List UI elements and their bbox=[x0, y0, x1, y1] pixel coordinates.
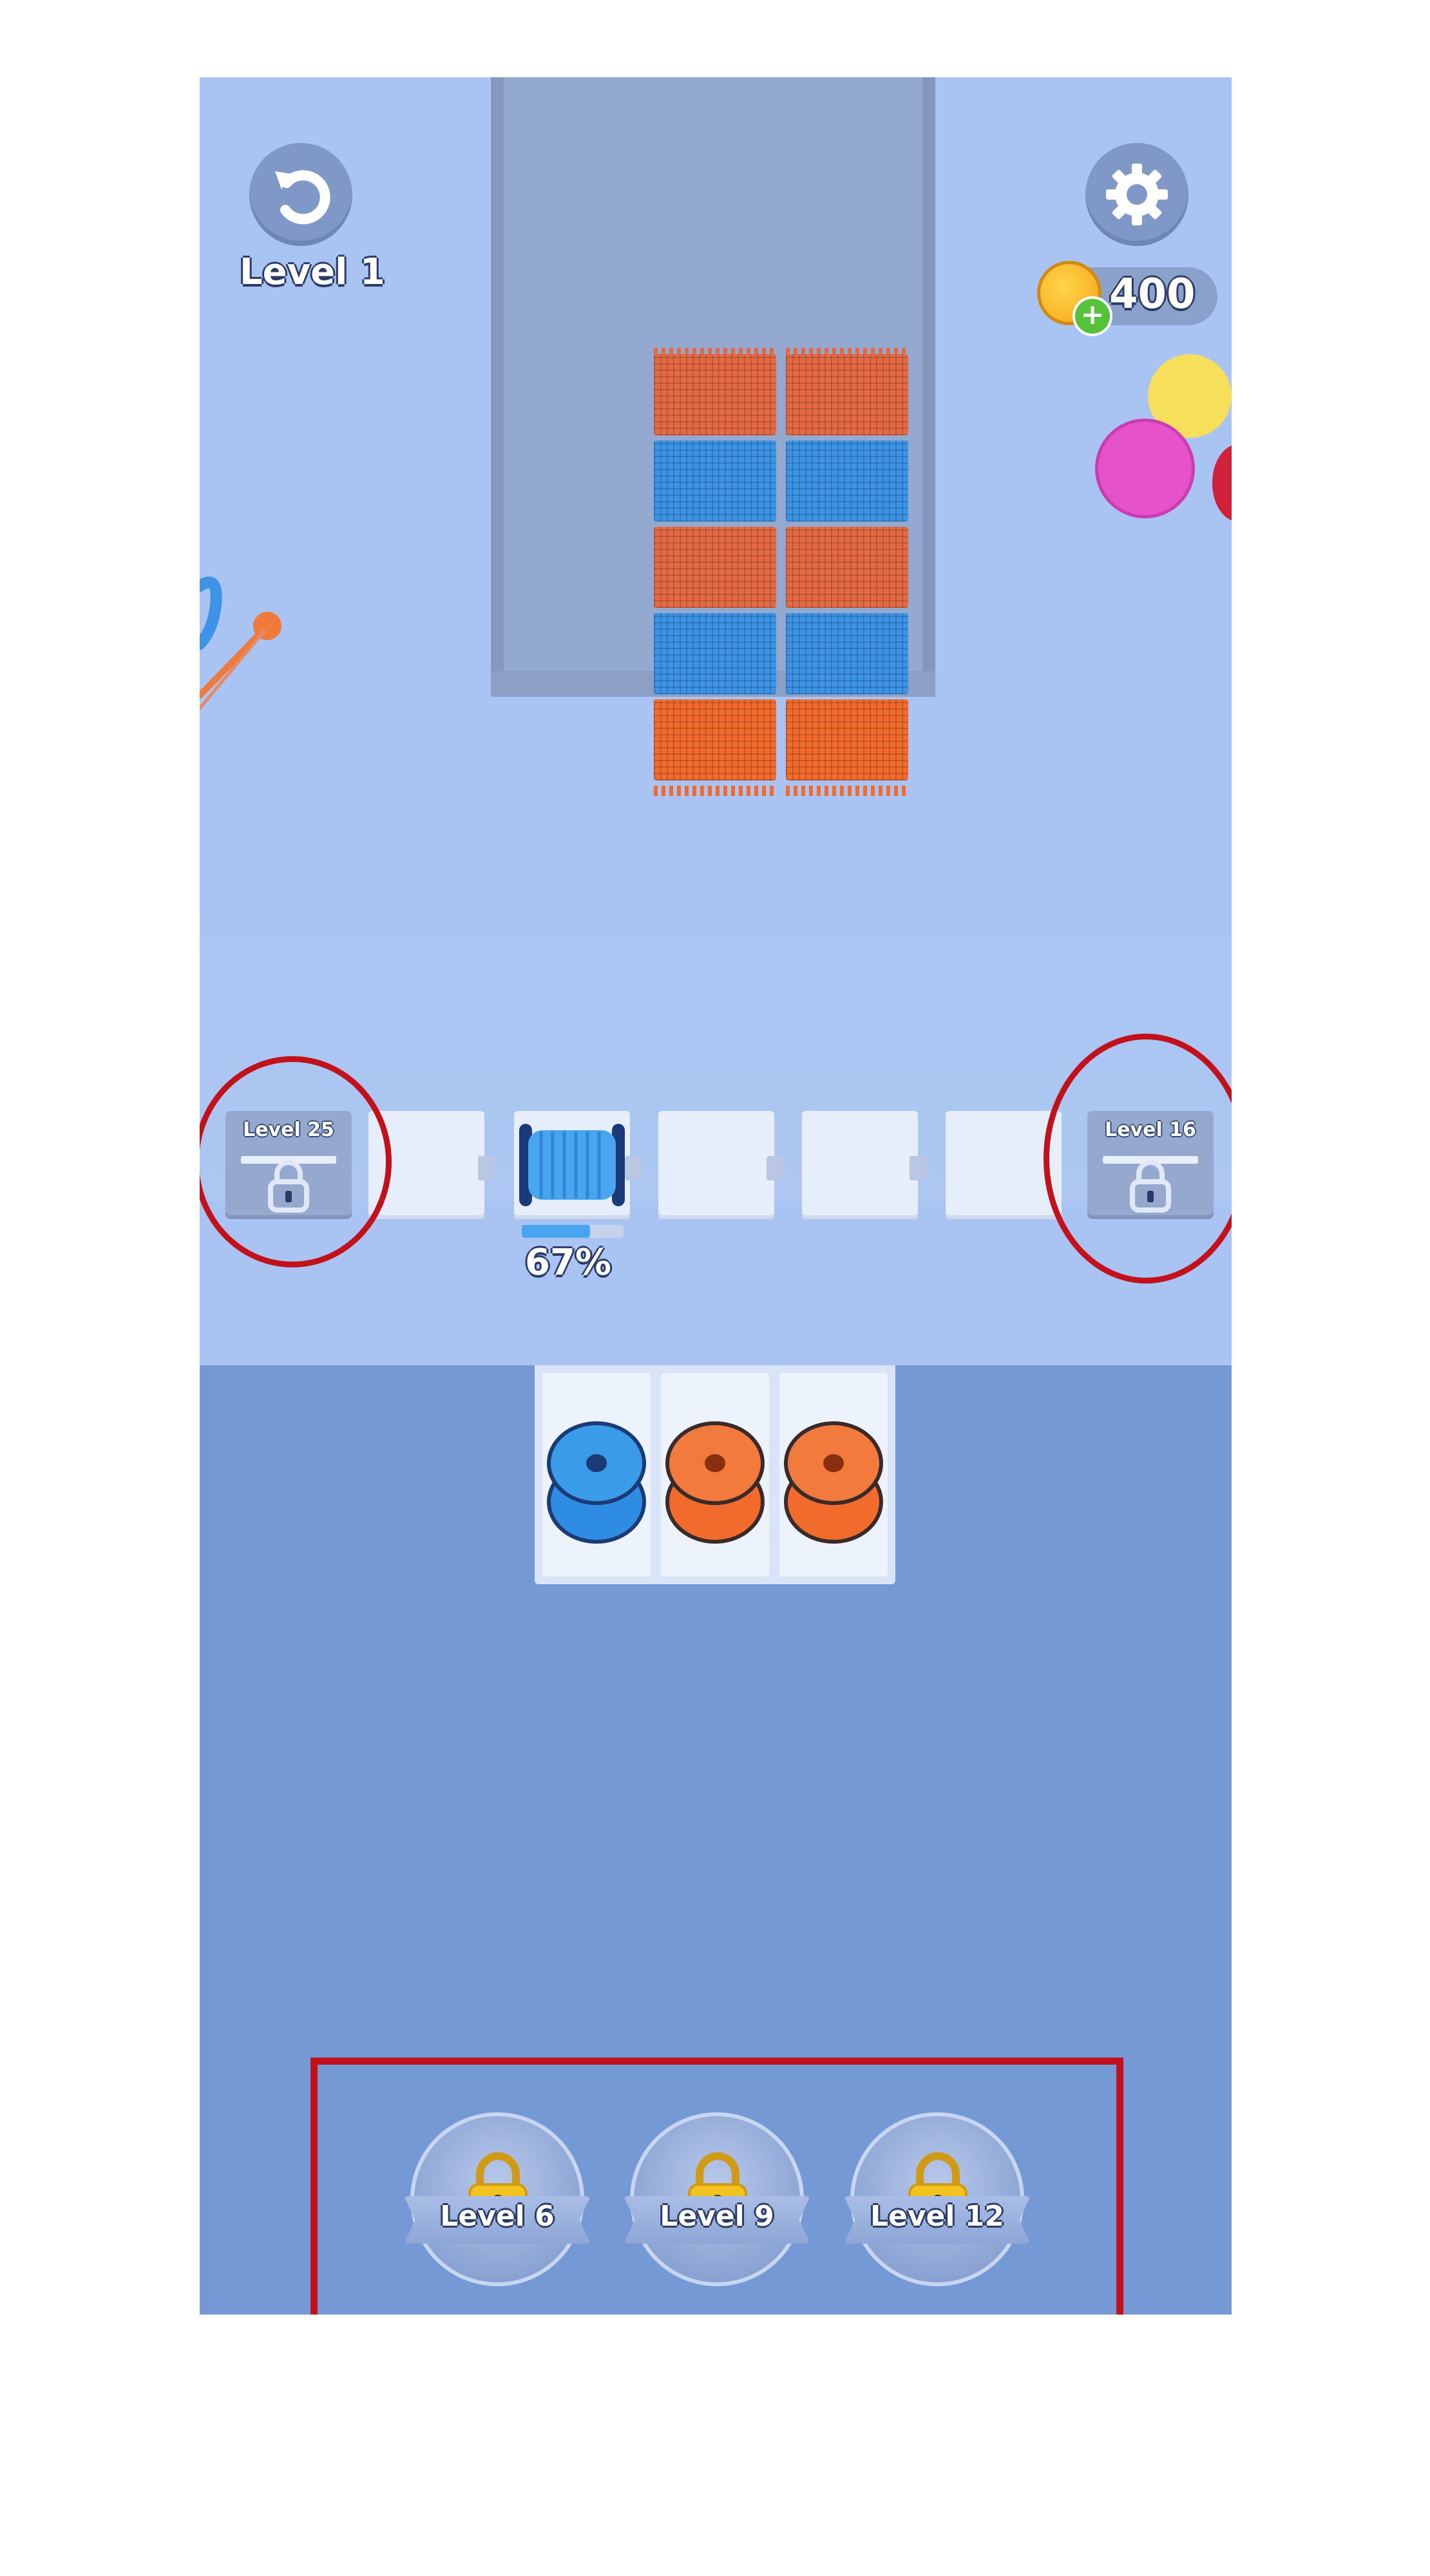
coin-amount: 400 bbox=[1109, 270, 1196, 318]
spool-progress-bar bbox=[522, 1225, 624, 1238]
settings-button[interactable] bbox=[1085, 143, 1188, 246]
conveyor-slot[interactable] bbox=[658, 1111, 774, 1219]
fabric-stripe-blue bbox=[786, 613, 908, 694]
bin-wall-right bbox=[922, 77, 935, 696]
conveyor-slot-active[interactable] bbox=[514, 1111, 630, 1219]
fabric-stripe-orange bbox=[786, 527, 908, 608]
fabric-stripe-blue bbox=[654, 440, 776, 522]
undo-button[interactable] bbox=[249, 143, 352, 246]
level-label: Level 1 bbox=[240, 251, 385, 293]
fabric-stripe-orange bbox=[786, 354, 908, 435]
tray-column[interactable] bbox=[542, 1373, 651, 1577]
blue-spool-stack-icon bbox=[547, 1421, 646, 1544]
gear-icon bbox=[1106, 164, 1168, 225]
conveyor-slot[interactable] bbox=[802, 1111, 918, 1219]
fabric-stripe-orange bbox=[654, 354, 776, 435]
blue-spool-icon bbox=[519, 1124, 625, 1206]
fabric-stripe-orange bbox=[786, 699, 908, 781]
fabric-stripe-blue bbox=[786, 440, 908, 522]
red-button-icon bbox=[1212, 444, 1232, 522]
fabric-stripe-orange bbox=[654, 699, 776, 781]
tray-column[interactable] bbox=[779, 1373, 888, 1577]
undo-arrow-icon bbox=[275, 170, 330, 225]
plus-icon[interactable]: + bbox=[1072, 296, 1112, 336]
highlight-circle-left bbox=[200, 1056, 392, 1267]
spool-progress-text: 67% bbox=[525, 1242, 612, 1283]
fabric-stripe-orange bbox=[654, 527, 776, 608]
booster-label: Level 12 bbox=[870, 2200, 1005, 2233]
tray-column[interactable] bbox=[661, 1373, 769, 1577]
spool-progress-fill bbox=[522, 1225, 590, 1238]
pink-button-icon bbox=[1095, 419, 1195, 518]
orange-spool-stack-icon bbox=[665, 1421, 765, 1544]
fabric-column bbox=[786, 348, 908, 796]
highlight-circle-right bbox=[1044, 1034, 1232, 1283]
game-screen: Level 1 + 400 Level 25 67% Level 16 Leve… bbox=[200, 77, 1232, 2315]
safety-pin-icon bbox=[200, 576, 281, 710]
booster-label: Level 9 bbox=[660, 2200, 774, 2233]
orange-spool-stack-icon bbox=[784, 1421, 883, 1544]
bin-wall-left bbox=[491, 77, 504, 696]
spool-tray bbox=[535, 1365, 895, 1584]
fabric-stripe-blue bbox=[654, 613, 776, 694]
booster-label: Level 6 bbox=[440, 2200, 555, 2233]
fabric-column bbox=[654, 348, 776, 796]
